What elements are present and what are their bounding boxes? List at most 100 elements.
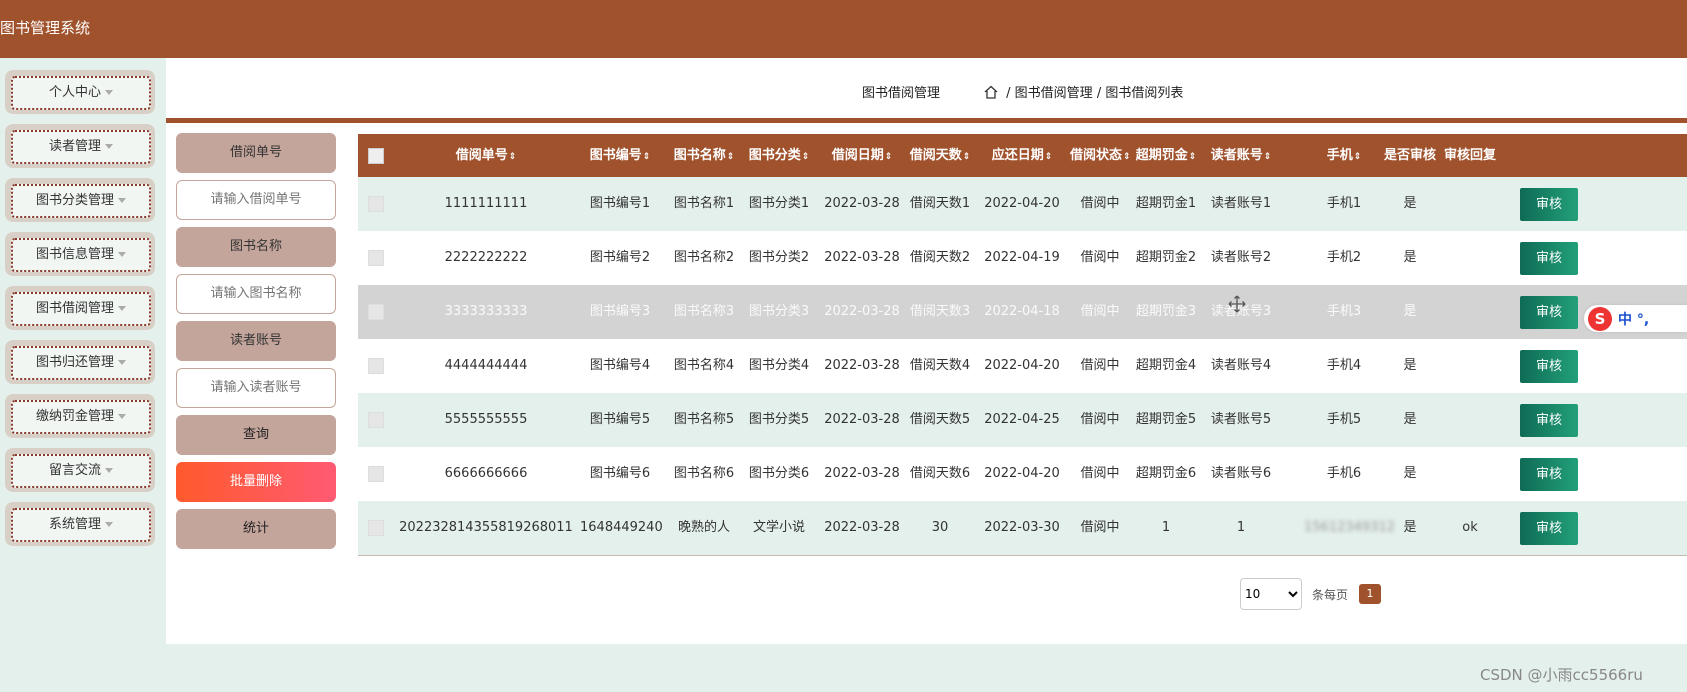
breadcrumb-item[interactable]: 图书借阅管理 (1015, 86, 1093, 101)
sidebar-item[interactable]: 图书借阅管理 (5, 286, 155, 330)
column-header[interactable]: 借阅状态⇕ (1070, 134, 1131, 177)
borrow-no-input[interactable] (176, 180, 336, 220)
table-row[interactable]: 4444444444 图书编号4 图书名称4 图书分类4 2022-03-28 借阅天数4… (358, 339, 1687, 394)
row-checkbox[interactable] (368, 304, 384, 320)
row-checkbox[interactable] (368, 358, 384, 374)
column-header[interactable]: 借阅单号⇕ (391, 134, 581, 177)
column-header[interactable]: 图书分类⇕ (744, 134, 814, 177)
table-cell: 图书分类5 (748, 412, 810, 427)
row-checkbox[interactable] (368, 520, 384, 536)
column-header[interactable]: 图书名称⇕ (664, 134, 744, 177)
audit-button[interactable]: 审核 (1520, 188, 1578, 221)
home-icon[interactable] (984, 85, 998, 103)
column-header[interactable]: 是否审核 (1380, 134, 1440, 177)
sidebar-item[interactable]: 读者管理 (5, 124, 155, 168)
sidebar-item[interactable]: 图书归还管理 (5, 340, 155, 384)
sidebar-item-button[interactable]: 读者管理 (11, 130, 151, 164)
sort-icon[interactable]: ⇕ (1045, 152, 1053, 162)
batch-delete-button[interactable]: 批量删除 (176, 462, 336, 502)
audit-button[interactable]: 审核 (1520, 404, 1578, 437)
sort-icon[interactable]: ⇕ (885, 152, 893, 162)
table-cell: 借阅天数2 (909, 250, 971, 265)
sidebar-item-button[interactable]: 图书借阅管理 (11, 292, 151, 326)
page-size-select[interactable]: 10 (1240, 578, 1302, 610)
column-header[interactable]: 借阅日期⇕ (822, 134, 902, 177)
table-cell: 图书名称6 (673, 466, 735, 481)
column-header[interactable]: 图书编号⇕ (580, 134, 660, 177)
audit-button[interactable]: 审核 (1520, 350, 1578, 383)
row-checkbox[interactable] (368, 250, 384, 266)
sort-icon[interactable]: ⇕ (1189, 152, 1197, 162)
table-cell: 超期罚金1 (1135, 196, 1197, 211)
column-header-label: 审核回复 (1443, 148, 1496, 163)
table-row[interactable]: 3333333333 图书编号3 图书名称3 图书分类3 2022-03-28 借阅天数3… (358, 285, 1687, 340)
sidebar-item-button[interactable]: 系统管理 (11, 508, 151, 542)
audit-button[interactable]: 审核 (1520, 512, 1578, 545)
sort-icon[interactable]: ⇕ (509, 152, 517, 162)
sidebar-item[interactable]: 个人中心 (5, 70, 155, 114)
table-cell: 超期罚金4 (1135, 358, 1197, 373)
page-number-button[interactable]: 1 (1359, 584, 1381, 604)
table-row[interactable]: 6666666666 图书编号6 图书名称6 图书分类6 2022-03-28 借阅天数6… (358, 447, 1687, 502)
table-row[interactable]: 2222222222 图书编号2 图书名称2 图书分类2 2022-03-28 借阅天数2… (358, 231, 1687, 286)
breadcrumb-item[interactable]: 图书借阅列表 (1105, 86, 1183, 101)
sidebar-item[interactable]: 留言交流 (5, 448, 155, 492)
row-checkbox[interactable] (368, 466, 384, 482)
column-header[interactable]: 读者账号⇕ (1205, 134, 1277, 177)
sidebar-item[interactable]: 图书信息管理 (5, 232, 155, 276)
table-cell: 2022-03-28 (824, 412, 900, 427)
sidebar-item-button[interactable]: 图书分类管理 (11, 184, 151, 218)
audit-button[interactable]: 审核 (1520, 458, 1578, 491)
column-header-label: 借阅日期 (831, 148, 884, 163)
sidebar-item[interactable]: 系统管理 (5, 502, 155, 546)
sidebar-item[interactable]: 图书分类管理 (5, 178, 155, 222)
table-cell: 图书分类6 (748, 466, 810, 481)
chevron-down-icon (118, 360, 126, 365)
table-cell: 2022-04-20 (984, 466, 1060, 481)
table-cell: 手机4 (1326, 358, 1362, 373)
reader-account-input[interactable] (176, 368, 336, 408)
sort-icon[interactable]: ⇕ (963, 152, 971, 162)
table-cell: 晚熟的人 (677, 520, 730, 535)
table-cell: 图书名称3 (673, 304, 735, 319)
column-header[interactable]: 超期罚金⇕ (1130, 134, 1202, 177)
sidebar-item-button[interactable]: 个人中心 (11, 76, 151, 110)
sidebar-item[interactable]: 缴纳罚金管理 (5, 394, 155, 438)
sort-icon[interactable]: ⇕ (727, 152, 735, 162)
ime-toolbar[interactable]: S 中 °, (1584, 305, 1687, 332)
table-row[interactable]: 1111111111 图书编号1 图书名称1 图书分类1 2022-03-28 借阅天数1… (358, 177, 1687, 232)
sort-icon[interactable]: ⇕ (802, 152, 810, 162)
column-header[interactable]: 应还日期⇕ (982, 134, 1062, 177)
audit-button[interactable]: 审核 (1520, 296, 1578, 329)
stats-button[interactable]: 统计 (176, 509, 336, 549)
sidebar-item-button[interactable]: 留言交流 (11, 454, 151, 488)
query-button[interactable]: 查询 (176, 415, 336, 455)
row-checkbox[interactable] (368, 412, 384, 428)
sort-icon[interactable]: ⇕ (1264, 152, 1272, 162)
column-header[interactable]: 手机⇕ (1304, 134, 1384, 177)
sort-icon[interactable]: ⇕ (1354, 152, 1362, 162)
table-cell: 2022-04-20 (984, 196, 1060, 211)
chevron-down-icon (105, 144, 113, 149)
row-checkbox[interactable] (368, 196, 384, 212)
column-header-label: 借阅天数 (909, 148, 962, 163)
breadcrumb: / 图书借阅管理 / 图书借阅列表 (984, 82, 1183, 103)
column-header[interactable]: 借阅天数⇕ (905, 134, 975, 177)
audit-button[interactable]: 审核 (1520, 242, 1578, 275)
table-row[interactable]: 20223281435581926801​1 1648449240 晚熟的人 文学小说… (358, 501, 1687, 556)
select-all-checkbox[interactable] (368, 148, 384, 164)
book-name-input[interactable] (176, 274, 336, 314)
move-cursor-icon (1228, 295, 1246, 317)
table-cell: 2222222222 (444, 250, 528, 265)
sidebar-item-button[interactable]: 缴纳罚金管理 (11, 400, 151, 434)
table-cell: 是 (1403, 358, 1417, 373)
sidebar-item-label: 图书归还管理 (35, 355, 114, 370)
column-header-label: 应还日期 (991, 148, 1044, 163)
table-row[interactable]: 5555555555 图书编号5 图书名称5 图书分类5 2022-03-28 借阅天数5… (358, 393, 1687, 448)
column-header-label: 借阅状态 (1070, 148, 1123, 163)
ime-mode-text[interactable]: 中 °, (1618, 309, 1649, 329)
sidebar-item-button[interactable]: 图书信息管理 (11, 238, 151, 272)
column-header[interactable]: 审核回复 (1440, 134, 1500, 177)
sidebar-item-button[interactable]: 图书归还管理 (11, 346, 151, 380)
sort-icon[interactable]: ⇕ (643, 152, 651, 162)
